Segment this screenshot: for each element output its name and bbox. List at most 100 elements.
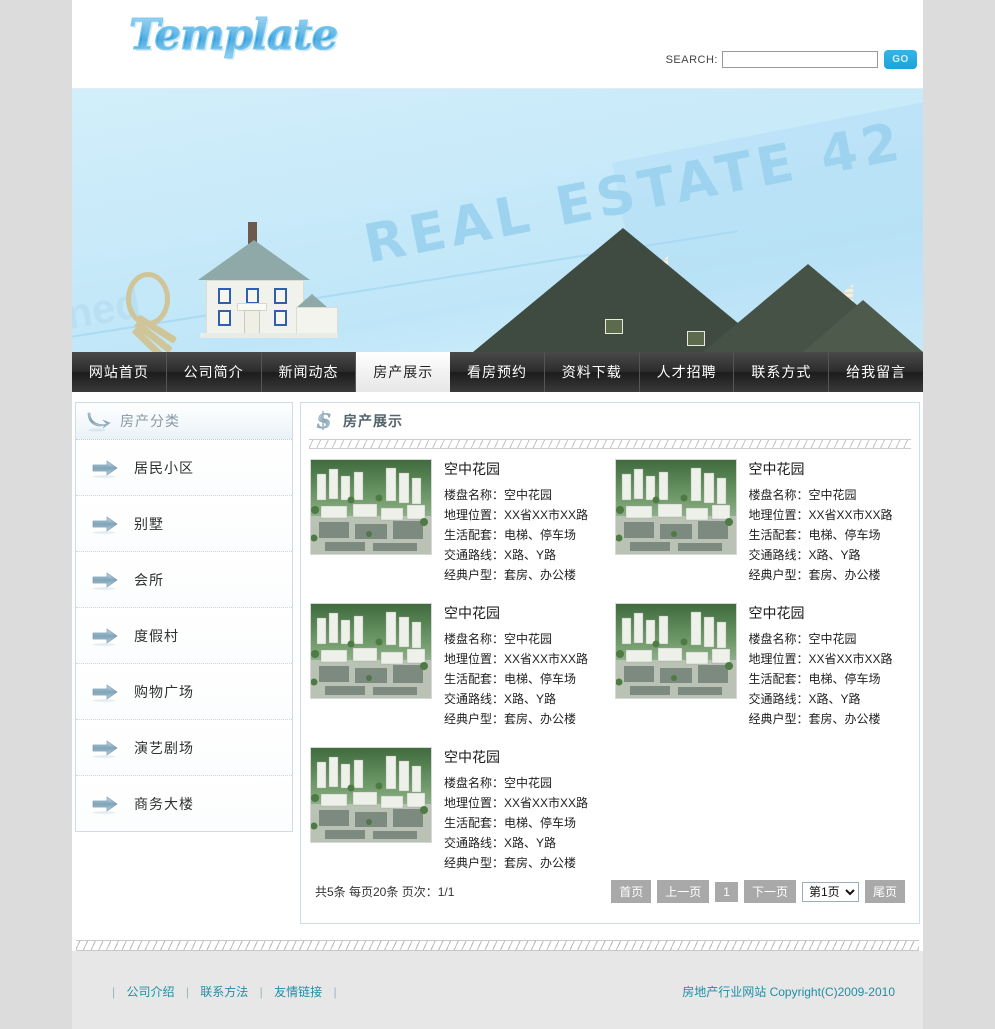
nav-item-8[interactable]: 给我留言 (829, 352, 923, 392)
property-line: 生活配套：电梯、停车场 (748, 528, 881, 542)
arrow-right-icon (92, 515, 118, 534)
window-shape (218, 288, 231, 304)
arrow-right-icon (92, 739, 118, 758)
property-name[interactable]: 空中花园 (444, 459, 588, 479)
property-line: 经典户型：套房、办公楼 (748, 712, 881, 726)
arrow-right-icon (92, 627, 118, 646)
property-name[interactable]: 空中花园 (444, 747, 588, 767)
property-thumbnail[interactable] (310, 747, 432, 843)
footer-links: | 公司介绍 | 联系方法 | 友情链接 | (112, 983, 337, 1000)
pagination-last-button[interactable]: 尾页 (864, 880, 905, 903)
property-card: 空中花园 楼盘名称：空中花园 地理位置：XX省XX市XX路 生活配套：电梯、停车… (310, 747, 615, 873)
aerial-complex-image (615, 604, 736, 698)
sidebar-title: 房产分类 (120, 413, 180, 429)
property-line: 楼盘名称：空中花园 (748, 632, 857, 646)
property-name[interactable]: 空中花园 (749, 603, 893, 623)
aerial-complex-image (311, 748, 431, 842)
content-title: 房产展示 (343, 413, 403, 429)
pagination-info: 共5条 每页20条 页次：1/1 (315, 885, 455, 899)
property-thumbnail[interactable] (310, 603, 432, 699)
page-container: Template SEARCH: GO ned REAL ESTATE 42 网… (72, 0, 923, 1029)
model-house-illustration (192, 206, 342, 338)
sidebar-item-label: 购物广场 (134, 683, 194, 700)
property-line: 交通路线：X路、Y路 (748, 692, 861, 706)
dollar-s-icon: S (317, 409, 332, 433)
nav-item-1[interactable]: 公司简介 (167, 352, 262, 392)
property-grid: 空中花园 楼盘名称：空中花园 地理位置：XX省XX市XX路 生活配套：电梯、停车… (301, 459, 919, 891)
keys-illustration (110, 272, 190, 352)
property-line: 交通路线：X路、Y路 (748, 548, 861, 562)
arrow-right-icon (92, 459, 118, 478)
sidebar-item-5[interactable]: 演艺剧场 (76, 720, 292, 776)
property-name[interactable]: 空中花园 (749, 459, 893, 479)
sidebar-item-label: 度假村 (134, 627, 179, 644)
property-line: 楼盘名称：空中花园 (748, 488, 857, 502)
pagination-current-page[interactable]: 1 (715, 881, 738, 902)
property-info: 空中花园 楼盘名称：空中花园 地理位置：XX省XX市XX路 生活配套：电梯、停车… (444, 459, 588, 585)
sidebar-item-4[interactable]: 购物广场 (76, 664, 292, 720)
pagination-first-button[interactable]: 首页 (611, 880, 652, 903)
property-info: 空中花园 楼盘名称：空中花园 地理位置：XX省XX市XX路 生活配套：电梯、停车… (749, 603, 893, 729)
pagination-next-button[interactable]: 下一页 (743, 880, 796, 903)
content-panel: S 房产展示 空中花园 楼盘名称：空中花园 地理位置：XX省XX市XX路 生活配… (300, 402, 920, 924)
main-area: 房产分类 居民小区 别墅 会所 度假村 购物广场 演艺剧场 商务大楼 S 房产展… (72, 392, 923, 924)
sidebar-item-1[interactable]: 别墅 (76, 496, 292, 552)
window-shape (246, 288, 259, 304)
property-thumbnail[interactable] (310, 459, 432, 555)
property-line: 经典户型：套房、办公楼 (444, 712, 577, 726)
pagination-controls: 首页 上一页 1 下一页 第1页 尾页 (611, 880, 905, 903)
sidebar-item-0[interactable]: 居民小区 (76, 440, 292, 496)
footer-separator: | (185, 985, 189, 999)
property-line: 生活配套：电梯、停车场 (444, 528, 577, 542)
sidebar-item-2[interactable]: 会所 (76, 552, 292, 608)
window-shape (274, 310, 287, 326)
property-line: 生活配套：电梯、停车场 (748, 672, 881, 686)
property-line: 经典户型：套房、办公楼 (444, 568, 577, 582)
nav-item-5[interactable]: 资料下载 (545, 352, 640, 392)
sidebar-item-label: 商务大楼 (134, 795, 194, 812)
property-line: 地理位置：XX省XX市XX路 (444, 796, 589, 810)
search-go-button[interactable]: GO (884, 50, 917, 69)
property-thumbnail[interactable] (614, 459, 737, 555)
window-shape (605, 319, 623, 334)
footer-link-2[interactable]: 友情链接 (274, 985, 322, 999)
nav-item-2[interactable]: 新闻动态 (262, 352, 357, 392)
window-shape (687, 331, 705, 346)
property-name[interactable]: 空中花园 (444, 603, 588, 623)
wing-shape (296, 307, 338, 336)
svg-text:S: S (317, 409, 331, 433)
sidebar-item-label: 会所 (134, 571, 164, 588)
property-card: 空中花园 楼盘名称：空中花园 地理位置：XX省XX市XX路 生活配套：电梯、停车… (614, 603, 920, 729)
property-thumbnail[interactable] (614, 603, 737, 699)
arrow-right-icon (92, 683, 118, 702)
property-card: 空中花园 楼盘名称：空中花园 地理位置：XX省XX市XX路 生活配套：电梯、停车… (310, 459, 615, 585)
property-line: 生活配套：电梯、停车场 (444, 672, 577, 686)
nav-item-6[interactable]: 人才招聘 (640, 352, 735, 392)
nav-item-0[interactable]: 网站首页 (72, 352, 167, 392)
property-line: 经典户型：套房、办公楼 (748, 568, 881, 582)
property-line: 楼盘名称：空中花园 (444, 632, 553, 646)
pagination-prev-button[interactable]: 上一页 (657, 880, 710, 903)
footer-link-1[interactable]: 联系方法 (200, 985, 248, 999)
search-label: SEARCH: (665, 53, 718, 66)
window-shape (274, 288, 287, 304)
property-line: 交通路线：X路、Y路 (444, 548, 557, 562)
pagination-page-select[interactable]: 第1页 (801, 881, 859, 902)
site-logo[interactable]: Template (128, 10, 338, 60)
sidebar-item-label: 演艺剧场 (134, 739, 194, 756)
property-line: 楼盘名称：空中花园 (444, 776, 553, 790)
nav-item-7[interactable]: 联系方式 (734, 352, 830, 392)
footer-separator: | (112, 985, 116, 999)
footer-link-0[interactable]: 公司介绍 (126, 985, 174, 999)
nav-item-3-active[interactable]: 房产展示 (356, 352, 451, 392)
property-line: 交通路线：X路、Y路 (444, 836, 557, 850)
key-ring-shape (126, 272, 170, 326)
sidebar-item-6[interactable]: 商务大楼 (76, 776, 292, 831)
search-area: SEARCH: GO (666, 50, 917, 69)
sidebar-item-3[interactable]: 度假村 (76, 608, 292, 664)
search-input[interactable] (722, 51, 878, 68)
roof-shape (198, 240, 310, 280)
sidebar: 房产分类 居民小区 别墅 会所 度假村 购物广场 演艺剧场 商务大楼 (75, 402, 293, 924)
nav-item-4[interactable]: 看房预约 (450, 352, 545, 392)
decorative-stripe-divider (309, 439, 911, 449)
